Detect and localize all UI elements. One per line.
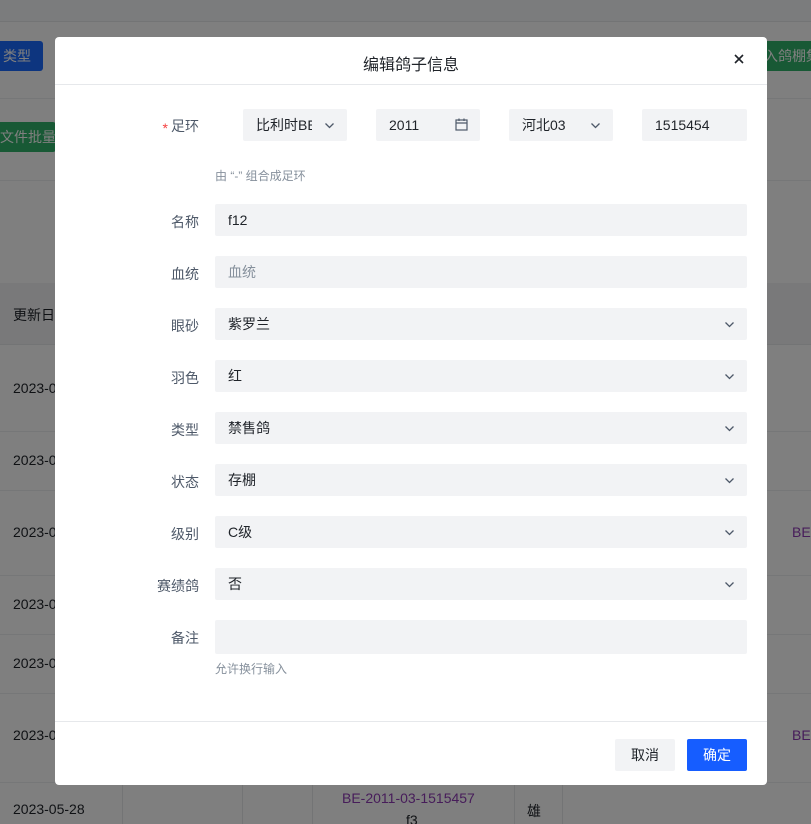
cancel-button[interactable]: 取消 xyxy=(615,739,675,771)
name-input[interactable]: f12 xyxy=(215,204,747,236)
chevron-down-icon xyxy=(725,582,734,588)
level-select[interactable]: C级 xyxy=(215,516,747,548)
dialog-title: 编辑鸽子信息 xyxy=(362,57,459,74)
status-value: 存棚 xyxy=(228,472,256,488)
dialog-header: 编辑鸽子信息 xyxy=(55,37,767,85)
race-label: 赛绩鸽 xyxy=(157,578,199,594)
race-value: 否 xyxy=(228,576,242,592)
ring-region-select[interactable]: 河北03 xyxy=(509,109,613,141)
name-label: 名称 xyxy=(171,214,199,230)
status-label: 状态 xyxy=(171,474,199,490)
chevron-down-icon xyxy=(725,322,734,328)
type-value: 禁售鸽 xyxy=(228,420,270,436)
chevron-down-icon xyxy=(725,426,734,432)
note-textarea[interactable] xyxy=(215,620,747,654)
ring-number-value: 1515454 xyxy=(655,117,710,133)
bloodline-placeholder: 血统 xyxy=(228,264,256,280)
calendar-icon xyxy=(455,118,468,131)
ring-year-picker[interactable]: 2011 xyxy=(376,109,480,141)
ring-country-value: 比利时BE xyxy=(256,117,312,133)
feather-label: 羽色 xyxy=(171,370,199,386)
chevron-down-icon xyxy=(725,530,734,536)
eye-select[interactable]: 紫罗兰 xyxy=(215,308,747,340)
name-value: f12 xyxy=(228,212,248,228)
confirm-button[interactable]: 确定 xyxy=(687,739,747,771)
chevron-down-icon xyxy=(591,123,600,129)
note-hint: 允许换行输入 xyxy=(215,662,288,676)
required-mark: * xyxy=(162,120,168,136)
type-label: 类型 xyxy=(171,422,199,438)
status-select[interactable]: 存棚 xyxy=(215,464,747,496)
race-select[interactable]: 否 xyxy=(215,568,747,600)
chevron-down-icon xyxy=(325,123,334,129)
level-label: 级别 xyxy=(171,526,199,542)
chevron-down-icon xyxy=(725,478,734,484)
close-icon[interactable] xyxy=(731,51,747,67)
chevron-down-icon xyxy=(725,374,734,380)
ring-label: * 足环 xyxy=(162,118,199,136)
feather-select[interactable]: 红 xyxy=(215,360,747,392)
eye-value: 紫罗兰 xyxy=(228,316,270,332)
bloodline-input[interactable]: 血统 xyxy=(215,256,747,288)
note-label: 备注 xyxy=(171,630,199,646)
ring-hint: 由 “-” 组合成足环 xyxy=(215,169,306,183)
level-value: C级 xyxy=(228,524,253,540)
feather-value: 红 xyxy=(228,368,242,384)
ring-number-input[interactable]: 1515454 xyxy=(642,109,747,141)
edit-pigeon-dialog: 编辑鸽子信息 * 足环 比利时BE 2011 河北03 1515454 由 “-”… xyxy=(55,37,767,785)
type-select[interactable]: 禁售鸽 xyxy=(215,412,747,444)
bloodline-label: 血统 xyxy=(171,266,199,282)
ring-country-select[interactable]: 比利时BE xyxy=(243,109,347,141)
dialog-footer: 取消 确定 xyxy=(55,721,767,785)
ring-region-value: 河北03 xyxy=(522,117,566,133)
eye-label: 眼砂 xyxy=(171,318,199,334)
ring-year-value: 2011 xyxy=(389,117,420,133)
